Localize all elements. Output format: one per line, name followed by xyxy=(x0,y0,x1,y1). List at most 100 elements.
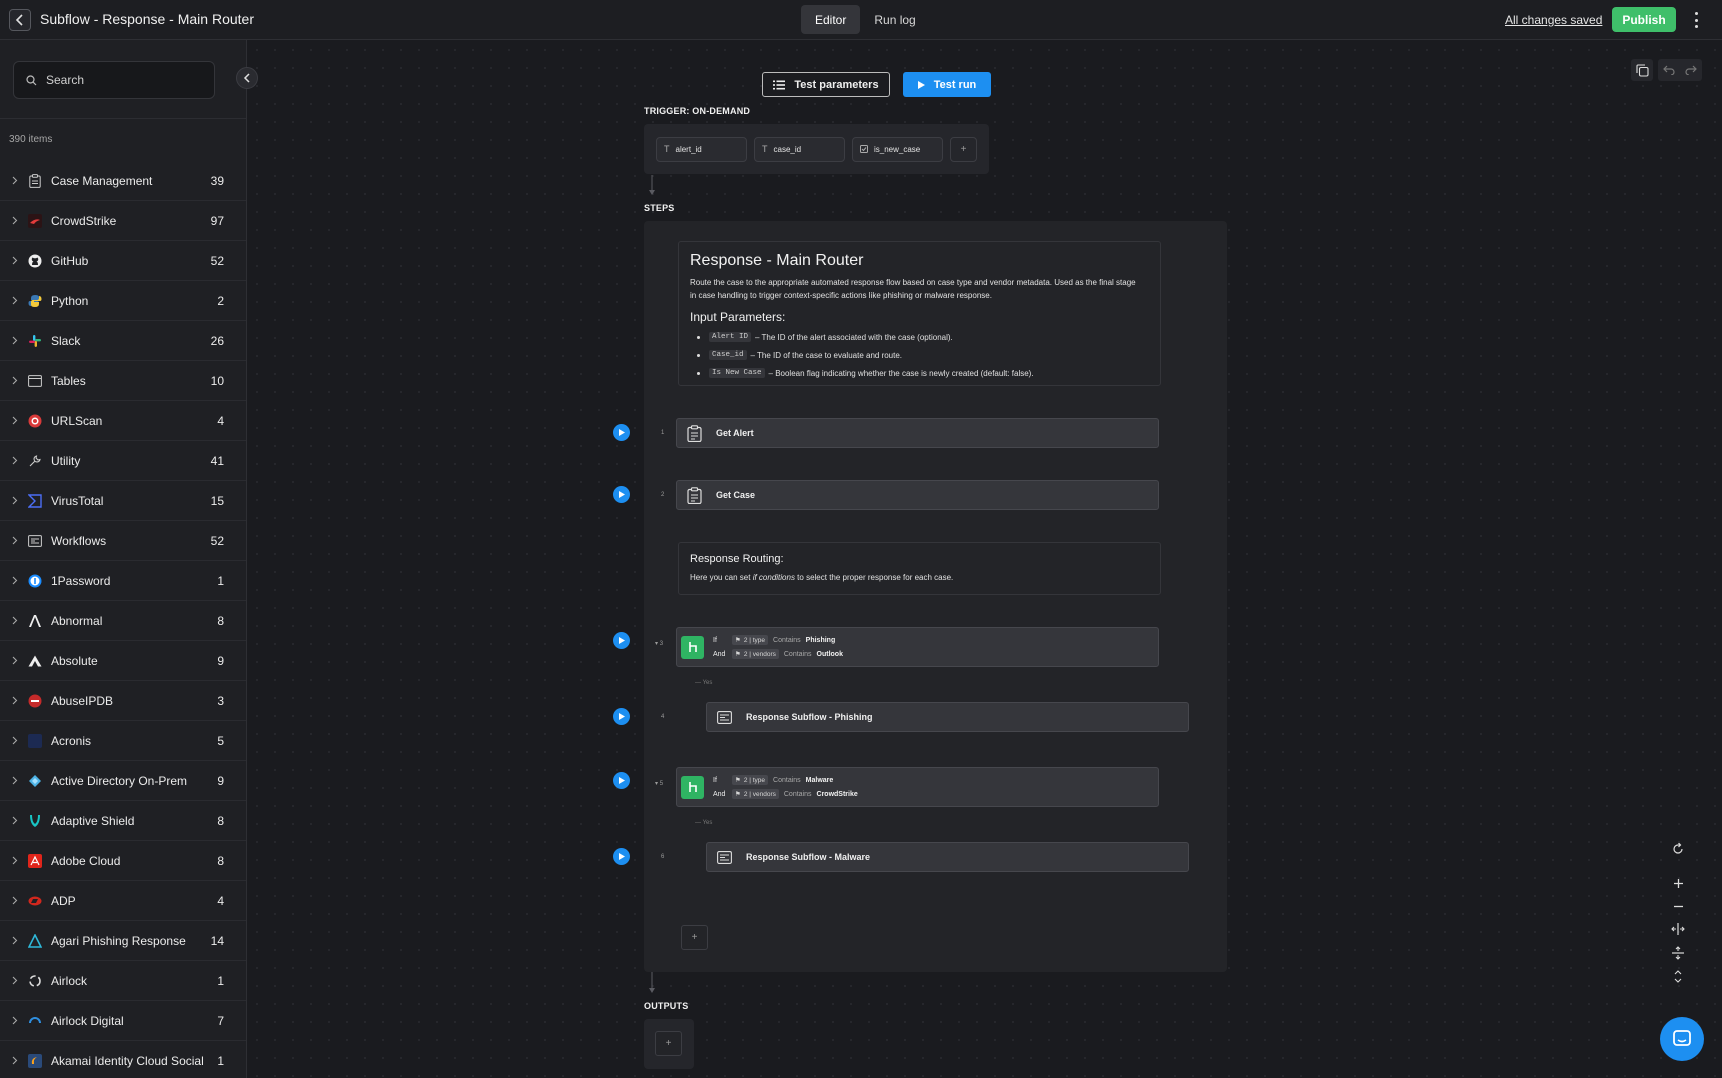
condition-keyword: And xyxy=(713,790,726,798)
run-step-button[interactable] xyxy=(613,424,630,441)
step-label: Response Subflow - Phishing xyxy=(746,712,873,722)
fit-height-button[interactable] xyxy=(1667,942,1689,964)
redo-icon xyxy=(1685,65,1697,75)
clipboard-icon xyxy=(685,424,704,443)
condition-keyword: And xyxy=(713,650,726,658)
add-step-button[interactable]: + xyxy=(681,925,708,950)
step-response-subflow-phishing[interactable]: Response Subflow - Phishing xyxy=(706,702,1189,732)
step-number: 4 xyxy=(661,714,665,720)
branch-icon xyxy=(681,635,704,659)
step-number: 6 xyxy=(661,854,665,860)
zoom-out-button[interactable] xyxy=(1667,895,1689,917)
condition-block: If ⚑ 2 | type Contains Phishing And ⚑ 2 | … xyxy=(713,633,843,661)
collapse-sidebar-button[interactable] xyxy=(236,67,258,89)
fit-width-button[interactable] xyxy=(1667,918,1689,940)
branch-yes-text: Yes xyxy=(702,820,713,826)
note-title: Response - Main Router xyxy=(690,252,864,269)
play-icon xyxy=(917,80,925,89)
test-run-button[interactable]: Test run xyxy=(903,72,991,97)
fit-vertical-icon xyxy=(1672,946,1684,960)
condition-block: If ⚑ 2 | type Contains Malware And ⚑ 2 | v… xyxy=(713,773,858,801)
expand-collapse-button[interactable] xyxy=(1667,965,1689,987)
param-chip-case-id[interactable]: T case_id xyxy=(754,136,845,162)
condition-line: And ⚑ 2 | vendors Contains Outlook xyxy=(713,647,843,661)
condition-value: Phishing xyxy=(805,636,836,644)
test-run-label: Test run xyxy=(933,78,977,91)
branch-icon xyxy=(681,775,704,799)
flag-icon: ⚑ xyxy=(735,777,741,784)
note-title: Response Routing: xyxy=(690,553,784,565)
condition-line: And ⚑ 2 | vendors Contains CrowdStrike xyxy=(713,787,858,801)
note-description-line: Route the case to the appropriate automa… xyxy=(690,278,1136,287)
param-desc: – Boolean flag indicating whether the ca… xyxy=(768,368,1034,378)
flag-icon: ⚑ xyxy=(735,651,741,658)
play-icon xyxy=(618,429,625,436)
copy-button[interactable] xyxy=(1631,59,1653,81)
run-step-button[interactable] xyxy=(613,708,630,725)
param-desc: – The ID of the case to evaluate and rou… xyxy=(750,350,903,360)
rotate-icon xyxy=(1673,843,1683,854)
chevron-left-icon xyxy=(243,73,250,83)
variable-name: 2 | vendors xyxy=(743,790,776,798)
play-icon xyxy=(618,637,625,644)
note-emphasis: if conditions xyxy=(752,573,795,582)
steps-label: STEPS xyxy=(644,203,675,213)
copy-icon xyxy=(1635,63,1649,77)
variable-chip: ⚑ 2 | type xyxy=(732,635,769,645)
variable-chip: ⚑ 2 | vendors xyxy=(732,789,779,799)
play-icon xyxy=(618,491,625,498)
param-chip-alert-id[interactable]: T alert_id xyxy=(656,136,747,162)
step-response-subflow-malware[interactable]: Response Subflow - Malware xyxy=(706,842,1189,872)
play-icon xyxy=(618,777,625,784)
text-type-icon: T xyxy=(664,144,670,154)
step-if-phishing[interactable]: If ⚑ 2 | type Contains Phishing And ⚑ 2 | … xyxy=(676,627,1159,667)
run-step-button[interactable] xyxy=(613,632,630,649)
redo-button[interactable] xyxy=(1680,59,1702,81)
condition-value: Malware xyxy=(805,776,834,784)
step-get-alert[interactable]: Get Alert xyxy=(676,418,1159,448)
zoom-in-button[interactable] xyxy=(1667,872,1689,894)
step-label: Get Alert xyxy=(716,428,754,438)
test-parameters-button[interactable]: Test parameters xyxy=(762,72,890,97)
support-chat-button[interactable] xyxy=(1660,1017,1704,1061)
run-step-button[interactable] xyxy=(613,486,630,503)
variable-name: 2 | type xyxy=(743,776,766,784)
undo-button[interactable] xyxy=(1658,59,1680,81)
outputs-box: + xyxy=(644,1019,694,1069)
branch-yes-label: — Yes xyxy=(695,820,713,826)
run-step-button[interactable] xyxy=(613,772,630,789)
subflow-icon xyxy=(715,708,734,727)
note-text: Here you can set xyxy=(690,573,753,582)
param-name: case_id xyxy=(773,144,802,154)
param-list: Alert ID – The ID of the alert associated… xyxy=(690,328,1149,382)
outputs-label: OUTPUTS xyxy=(644,1001,689,1011)
branch-yes-label: — Yes xyxy=(695,680,713,686)
add-output-button[interactable]: + xyxy=(655,1031,682,1056)
trigger-parameters: T alert_id T case_id is_new_case + xyxy=(644,124,989,174)
note-response-routing[interactable]: Response Routing: Here you can set if co… xyxy=(678,542,1161,595)
add-parameter-button[interactable]: + xyxy=(950,136,977,162)
chevron-up-down-icon xyxy=(1674,969,1682,983)
step-if-malware[interactable]: If ⚑ 2 | type Contains Malware And ⚑ 2 | v… xyxy=(676,767,1159,807)
variable-name: 2 | type xyxy=(743,636,766,644)
param-desc: – The ID of the alert associated with th… xyxy=(755,332,953,342)
trigger-label: TRIGGER: ON-DEMAND xyxy=(644,106,751,116)
reset-view-button[interactable] xyxy=(1667,838,1689,860)
list-item: Alert ID – The ID of the alert associated… xyxy=(697,328,1149,346)
play-icon xyxy=(618,713,625,720)
run-step-button[interactable] xyxy=(613,848,630,865)
condition-keyword: If xyxy=(713,636,717,644)
test-parameters-label: Test parameters xyxy=(794,78,879,91)
condition-operator: Contains xyxy=(783,650,812,658)
list-item: Is New Case – Boolean flag indicating whe… xyxy=(697,364,1149,382)
note-subtitle: Input Parameters: xyxy=(690,310,786,324)
branch-yes-text: Yes xyxy=(702,680,713,686)
note-description-line: in case handling to trigger context-spec… xyxy=(690,291,992,300)
note-main-router[interactable]: Response - Main Router Route the case to… xyxy=(678,241,1161,386)
list-icon xyxy=(773,80,786,89)
step-get-case[interactable]: Get Case xyxy=(676,480,1159,510)
param-chip-is-new-case[interactable]: is_new_case xyxy=(852,136,943,162)
condition-operator: Contains xyxy=(773,636,801,644)
undo-redo-group xyxy=(1658,59,1702,81)
step-number: ▾ 3 xyxy=(655,641,664,647)
